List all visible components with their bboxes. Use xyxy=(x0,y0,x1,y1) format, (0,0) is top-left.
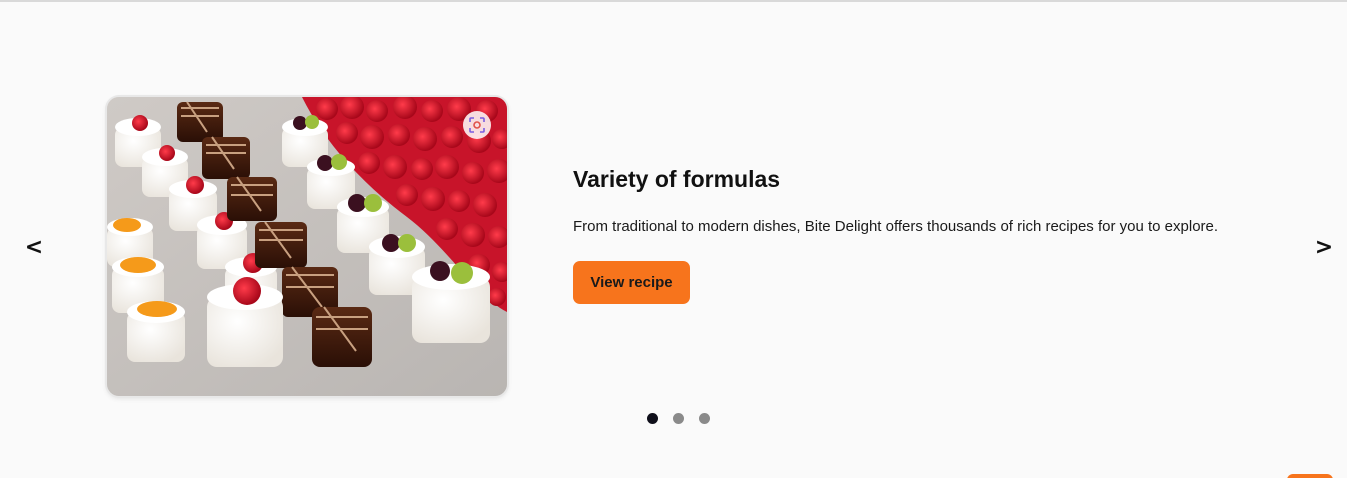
carousel-next-button[interactable]: > xyxy=(1312,234,1336,262)
page: < Variety of formulas From traditional t… xyxy=(0,0,1347,478)
carousel-dot-3[interactable] xyxy=(699,413,710,424)
visual-search-icon[interactable] xyxy=(463,111,491,139)
carousel-dot-2[interactable] xyxy=(673,413,684,424)
carousel-dot-1[interactable] xyxy=(647,413,658,424)
view-recipe-button[interactable]: View recipe xyxy=(573,261,690,304)
slide-image xyxy=(107,97,507,396)
carousel-prev-button[interactable]: < xyxy=(22,234,46,262)
floating-action-button[interactable] xyxy=(1287,474,1333,478)
slide-description: From traditional to modern dishes, Bite … xyxy=(573,218,1219,235)
carousel-pagination xyxy=(647,413,710,424)
slide-title: Variety of formulas xyxy=(573,166,781,192)
